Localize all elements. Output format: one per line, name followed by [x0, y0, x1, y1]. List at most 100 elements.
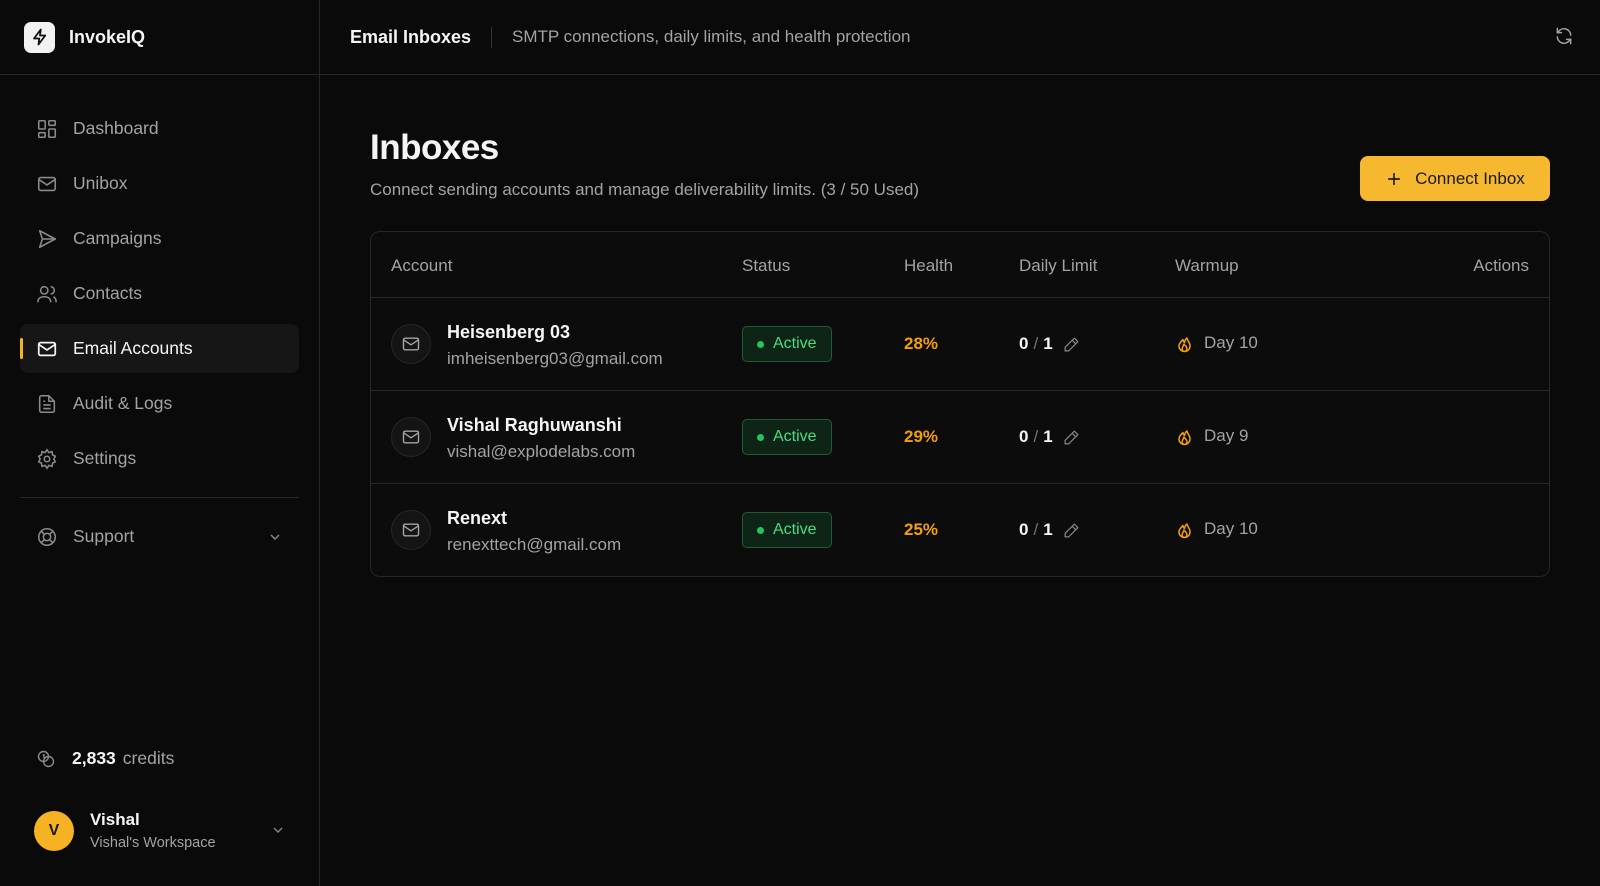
limit-max: 1	[1043, 427, 1053, 446]
sidebar-divider	[20, 497, 299, 498]
mail-icon	[36, 173, 58, 195]
sidebar-item-label: Dashboard	[73, 118, 159, 138]
limit-separator: /	[1033, 334, 1039, 353]
warmup-day: Day 9	[1204, 426, 1249, 445]
account-email: imheisenberg03@gmail.com	[447, 349, 663, 368]
health-value: 29%	[904, 427, 939, 446]
limit-used: 0	[1019, 520, 1029, 539]
bolt-icon	[24, 21, 55, 53]
limit-used: 0	[1019, 334, 1029, 353]
header-account[interactable]: Account	[391, 256, 452, 276]
daily-limit: 0/1	[1019, 334, 1080, 354]
topbar-divider	[491, 26, 493, 48]
pencil-icon[interactable]	[1063, 336, 1080, 353]
sidebar-item-label: Campaigns	[73, 228, 162, 248]
mail-icon	[391, 417, 431, 457]
credits-label: credits	[122, 748, 175, 768]
sidebar-item-audit-logs[interactable]: Audit & Logs	[20, 379, 299, 428]
sidebar-item-contacts[interactable]: Contacts	[20, 269, 299, 318]
avatar: V	[34, 810, 74, 851]
sidebar: InvokeIQ Dashboard Unibox Campaigns Cont…	[0, 0, 320, 886]
credits-value: 2,833	[72, 748, 116, 768]
sidebar-item-label: Email Accounts	[73, 338, 193, 358]
header-status[interactable]: Status	[742, 256, 790, 276]
warmup-day: Day 10	[1204, 519, 1258, 538]
health-value: 28%	[904, 334, 939, 353]
users-icon	[36, 283, 58, 305]
user-menu[interactable]: V Vishal Vishal's Workspace	[34, 810, 286, 851]
connect-inbox-button[interactable]: Connect Inbox	[1360, 156, 1550, 201]
limit-used: 0	[1019, 427, 1029, 446]
flame-icon	[1175, 520, 1194, 539]
page-title: Inboxes	[370, 128, 499, 167]
pencil-icon[interactable]	[1063, 522, 1080, 539]
warmup-status: Day 10	[1175, 333, 1258, 353]
table-row[interactable]: Vishal Raghuwanshi vishal@explodelabs.co…	[371, 391, 1549, 484]
status-badge: Active	[742, 419, 832, 455]
daily-limit: 0/1	[1019, 427, 1080, 447]
header-warmup[interactable]: Warmup	[1175, 256, 1239, 276]
credits-display: 2,833 credits	[36, 748, 174, 769]
table-header: Account Status Health Daily Limit Warmup…	[371, 232, 1549, 298]
topbar-subtitle: SMTP connections, daily limits, and heal…	[512, 27, 911, 46]
pencil-icon[interactable]	[1063, 429, 1080, 446]
status-dot	[757, 340, 764, 348]
health-value: 25%	[904, 520, 939, 539]
header-daily-limit[interactable]: Daily Limit	[1019, 256, 1097, 276]
sidebar-item-unibox[interactable]: Unibox	[20, 159, 299, 208]
inboxes-table: Account Status Health Daily Limit Warmup…	[370, 231, 1550, 577]
dashboard-icon	[36, 118, 58, 140]
sidebar-item-dashboard[interactable]: Dashboard	[20, 104, 299, 153]
status-badge: Active	[742, 512, 832, 548]
account-name: Heisenberg 03	[447, 322, 571, 342]
mail-icon	[391, 510, 431, 550]
sidebar-item-email-accounts[interactable]: Email Accounts	[20, 324, 299, 373]
workspace-name: Vishal's Workspace	[90, 835, 216, 851]
account-name: Renext	[447, 508, 508, 528]
status-dot	[757, 526, 764, 534]
sidebar-item-label: Unibox	[73, 173, 128, 193]
limit-separator: /	[1033, 427, 1039, 446]
file-text-icon	[36, 393, 58, 415]
brand[interactable]: InvokeIQ	[0, 0, 319, 75]
connect-inbox-label: Connect Inbox	[1415, 168, 1525, 188]
sidebar-item-label: Support	[73, 526, 135, 546]
limit-max: 1	[1043, 520, 1053, 539]
status-label: Active	[773, 428, 817, 445]
header-actions: Actions	[1473, 256, 1529, 275]
limit-separator: /	[1033, 520, 1039, 539]
mail-icon	[391, 324, 431, 364]
user-name: Vishal	[90, 810, 140, 829]
sidebar-nav: Dashboard Unibox Campaigns Contacts Emai…	[20, 104, 299, 567]
sidebar-item-label: Settings	[73, 448, 137, 468]
flame-icon	[1175, 334, 1194, 353]
mail-icon	[36, 338, 58, 360]
refresh-icon[interactable]	[1554, 26, 1574, 46]
status-badge: Active	[742, 326, 832, 362]
chevron-down-icon[interactable]	[267, 529, 283, 545]
daily-limit: 0/1	[1019, 520, 1080, 540]
table-row[interactable]: Heisenberg 03 imheisenberg03@gmail.com A…	[371, 298, 1549, 391]
account-email: renexttech@gmail.com	[447, 535, 622, 554]
chevron-down-icon[interactable]	[270, 822, 286, 838]
warmup-status: Day 9	[1175, 426, 1248, 446]
sidebar-item-settings[interactable]: Settings	[20, 434, 299, 483]
plus-icon	[1385, 170, 1403, 188]
page-subtitle: Connect sending accounts and manage deli…	[370, 180, 920, 199]
sidebar-item-campaigns[interactable]: Campaigns	[20, 214, 299, 263]
topbar-title: Email Inboxes	[350, 26, 472, 47]
limit-max: 1	[1043, 334, 1053, 353]
coins-icon	[36, 749, 56, 769]
flame-icon	[1175, 427, 1194, 446]
sidebar-item-label: Contacts	[73, 283, 143, 303]
header-health[interactable]: Health	[904, 256, 953, 276]
gear-icon	[36, 447, 58, 470]
brand-name: InvokeIQ	[69, 26, 146, 47]
account-name: Vishal Raghuwanshi	[447, 415, 622, 435]
send-icon	[36, 228, 58, 250]
sidebar-item-support[interactable]: Support	[20, 512, 299, 561]
topbar: Email Inboxes SMTP connections, daily li…	[320, 0, 1600, 75]
sidebar-item-label: Audit & Logs	[73, 393, 173, 413]
status-label: Active	[773, 521, 817, 538]
table-row[interactable]: Renext renexttech@gmail.com Active 25% 0…	[371, 484, 1549, 577]
